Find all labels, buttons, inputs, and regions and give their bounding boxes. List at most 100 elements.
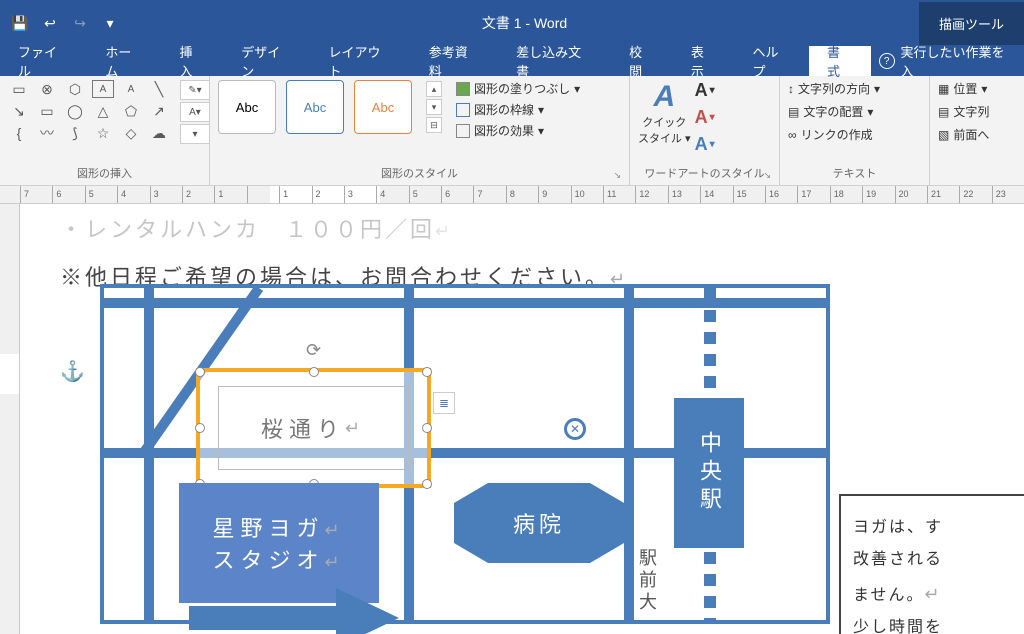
shape-fill-button[interactable]: 図形の塗りつぶし ▾ [456, 80, 580, 97]
road-vertical-3[interactable] [624, 288, 634, 620]
studio-shape[interactable]: 星野ヨガ↵ スタジオ↵ [179, 483, 379, 603]
tab-layout[interactable]: レイアウト [311, 46, 411, 76]
shape-star-icon[interactable]: ☆ [92, 124, 114, 142]
style-preset-3[interactable]: Abc [354, 80, 412, 134]
align-text-button[interactable]: ▤文字の配置 ▾ [788, 103, 880, 120]
ribbon-tabs: ファイル ホーム 挿入 デザイン レイアウト 参考資料 差し込み文書 校閲 表示… [0, 46, 1024, 76]
shape-rect-icon[interactable]: ▭ [36, 102, 58, 120]
shape-connector-icon[interactable]: ↘ [8, 102, 30, 120]
tab-file[interactable]: ファイル [0, 46, 87, 76]
text-fill-button[interactable]: A▾ [695, 80, 715, 101]
group-wordart-styles: A クイック スタイル ▾ A▾ A▾ A▾ ワードアートのスタイル↘ [630, 76, 780, 185]
tab-home[interactable]: ホーム [87, 46, 161, 76]
window-title: 文書 1 - Word [130, 13, 919, 33]
shape-oval-icon[interactable]: ◯ [64, 102, 86, 120]
resize-handle[interactable] [309, 367, 319, 377]
tab-help[interactable]: ヘルプ [735, 46, 810, 76]
shape-hexagon-icon[interactable]: ⬡ [64, 80, 86, 98]
shape-curve-icon[interactable]: 〰 [36, 124, 58, 142]
wrap-icon: ▤ [938, 105, 949, 119]
map-drawing[interactable]: ✕ ⟳ 桜通り↵ ≣ 星野ヨガ↵ スタジオ↵ 病院 中央駅 駅前大 [100, 284, 830, 624]
group-insert-shapes: ▭ ⊗ ⬡ A A ╲ ↘ ▭ ◯ △ ⬠ ↗ { 〰 ⟆ ☆ ◇ ☁ ✎▾ [0, 76, 210, 185]
style-scroll-down[interactable]: ▾ [426, 99, 442, 115]
shape-textbox-icon[interactable]: ▭ [8, 80, 30, 98]
ekimae-label[interactable]: 駅前大 [634, 548, 660, 614]
tab-review[interactable]: 校閲 [611, 46, 673, 76]
shape-gallery-controls: ✎▾ A▾ ▾ [180, 80, 210, 144]
station-shape[interactable]: 中央駅 [674, 398, 744, 548]
side-textbox[interactable]: ヨガは、す 改善される ません。↵ 少し時間を を楽しんでみ 星野ヨガス [839, 494, 1024, 634]
road-horizontal-2[interactable] [104, 298, 826, 308]
map-marker-icon[interactable]: ✕ [564, 418, 586, 440]
qat-dropdown[interactable]: ▾ [98, 11, 122, 35]
bring-forward-button[interactable]: ▧前面へ [938, 126, 989, 143]
wordart-launcher[interactable]: ↘ [763, 170, 771, 181]
text-direction-button[interactable]: ↕文字列の方向 ▾ [788, 80, 880, 97]
text-effects-button[interactable]: A▾ [695, 134, 715, 155]
style-preset-1[interactable]: Abc [218, 80, 276, 134]
styles-launcher[interactable]: ↘ [613, 170, 621, 181]
style-preset-2[interactable]: Abc [286, 80, 344, 134]
align-text-icon: ▤ [788, 105, 799, 119]
group-shape-styles: Abc Abc Abc ▴ ▾ ⊟ 図形の塗りつぶし ▾ 図形の枠線 ▾ 図形の… [210, 76, 630, 185]
wordart-a-icon: A [653, 80, 675, 114]
tellme-search[interactable]: ? 実行したい作業を入 [871, 42, 1024, 80]
resize-handle[interactable] [422, 423, 432, 433]
shape-style-gallery[interactable]: Abc Abc Abc ▴ ▾ ⊟ [218, 80, 442, 134]
resize-handle[interactable] [195, 423, 205, 433]
group-label-styles: 図形のスタイル↘ [218, 163, 621, 183]
outline-icon [456, 103, 470, 117]
fill-icon [456, 82, 470, 96]
edit-shape-button[interactable]: ✎▾ [180, 80, 210, 100]
resize-handle[interactable] [422, 479, 432, 489]
shape-arc-icon[interactable]: ⟆ [64, 124, 86, 142]
create-link-button[interactable]: ∞リンクの作成 [788, 126, 880, 143]
horizontal-ruler[interactable]: 7654321123456789101112131415161718192021… [0, 186, 1024, 204]
road-vertical-1[interactable] [144, 288, 154, 620]
tab-insert[interactable]: 挿入 [162, 46, 224, 76]
shape-brace-icon[interactable]: { [8, 124, 30, 142]
contextual-tab-label: 描画ツール [919, 2, 1024, 45]
vertical-ruler[interactable] [0, 204, 20, 634]
rotate-handle-icon[interactable]: ⟳ [306, 340, 321, 361]
text-outline-button[interactable]: A▾ [695, 107, 715, 128]
resize-handle[interactable] [195, 367, 205, 377]
shape-circle-x-icon[interactable]: ⊗ [36, 80, 58, 98]
shape-arrow-icon[interactable]: ↗ [148, 102, 170, 120]
document-page[interactable]: ・レンタルハンカ １００円／回↵ ※他日程ご希望の場合は、お問合わせください。↵… [20, 204, 1024, 634]
tab-mailings[interactable]: 差し込み文書 [498, 46, 611, 76]
bulb-icon: ? [879, 53, 895, 69]
tab-format[interactable]: 書式 [809, 46, 871, 76]
shape-outline-button[interactable]: 図形の枠線 ▾ [456, 101, 580, 118]
shape-callout-icon[interactable]: ◇ [120, 124, 142, 142]
shape-text-a-icon[interactable]: A [92, 80, 114, 98]
hospital-shape[interactable]: 病院 [454, 483, 624, 563]
group-arrange: ▦位置 ▾ ▤文字列 ▧前面へ [930, 76, 1020, 185]
layout-options-button[interactable]: ≣ [433, 392, 455, 414]
shape-cloud-icon[interactable]: ☁ [148, 124, 170, 142]
shape-effects-button[interactable]: 図形の効果 ▾ [456, 122, 580, 139]
shape-line-icon[interactable]: ╲ [148, 80, 170, 98]
shape-text-a2-icon[interactable]: A [120, 80, 142, 98]
shape-more-button[interactable]: ▾ [180, 124, 210, 144]
undo-button[interactable]: ↩ [38, 11, 62, 35]
quick-styles-button[interactable]: A クイック スタイル ▾ [638, 80, 691, 146]
redo-button[interactable]: ↪ [68, 11, 92, 35]
style-scroll-up[interactable]: ▴ [426, 81, 442, 97]
shape-pentagon-icon[interactable]: ⬠ [120, 102, 142, 120]
tab-references[interactable]: 参考資料 [411, 46, 498, 76]
selected-textbox[interactable]: ⟳ 桜通り↵ ≣ [196, 368, 431, 488]
style-more[interactable]: ⊟ [426, 117, 442, 133]
tab-view[interactable]: 表示 [673, 46, 735, 76]
shape-gallery[interactable]: ▭ ⊗ ⬡ A A ╲ ↘ ▭ ◯ △ ⬠ ↗ { 〰 ⟆ ☆ ◇ ☁ [8, 80, 170, 142]
resize-handle[interactable] [422, 367, 432, 377]
tellme-label: 実行したい作業を入 [901, 42, 1016, 80]
textbox-content[interactable]: 桜通り [261, 412, 345, 444]
draw-textbox-button[interactable]: A▾ [180, 102, 210, 122]
save-button[interactable]: 💾 [8, 11, 32, 35]
paragraph-1: ・レンタルハンカ １００円／回↵ [60, 204, 1024, 252]
shape-triangle-icon[interactable]: △ [92, 102, 114, 120]
position-button[interactable]: ▦位置 ▾ [938, 80, 989, 97]
tab-design[interactable]: デザイン [223, 46, 310, 76]
wrap-text-button[interactable]: ▤文字列 [938, 103, 989, 120]
